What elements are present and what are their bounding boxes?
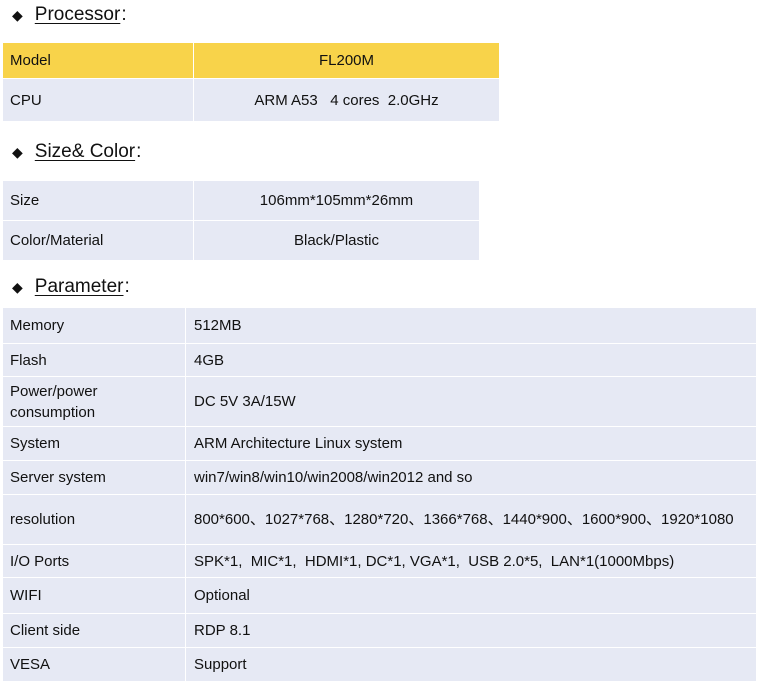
row-value: Support xyxy=(185,647,757,682)
section-title: Processor xyxy=(34,4,121,25)
table-row: Flash 4GB xyxy=(2,343,757,377)
row-label: WIFI xyxy=(2,577,186,614)
row-label: Size xyxy=(2,180,194,221)
row-value: win7/win8/win10/win2008/win2012 and so xyxy=(185,460,757,495)
row-label: Color/Material xyxy=(2,220,194,261)
row-value: 4GB xyxy=(185,343,757,377)
section-title: Size& Color xyxy=(34,141,136,162)
row-label: Model xyxy=(2,42,194,79)
table-row: Memory 512MB xyxy=(2,307,757,344)
row-value: SPK*1, MIC*1, HDMI*1, DC*1, VGA*1, USB 2… xyxy=(185,544,757,578)
diamond-bullet-icon: ◆ xyxy=(12,7,23,23)
row-label: System xyxy=(2,426,186,461)
section-colon: : xyxy=(121,4,127,25)
row-label: VESA xyxy=(2,647,186,682)
row-value: 106mm*105mm*26mm xyxy=(193,180,480,221)
table-row: Client side RDP 8.1 xyxy=(2,613,757,648)
row-label: Server system xyxy=(2,460,186,495)
section-colon: : xyxy=(124,276,130,297)
row-value: 512MB xyxy=(185,307,757,344)
row-label: Flash xyxy=(2,343,186,377)
processor-table: Model FL200M CPU ARM A53 4 cores 2.0GHz xyxy=(2,42,500,122)
row-value: ARM A53 4 cores 2.0GHz xyxy=(193,78,500,122)
table-row: resolution 800*600、1027*768、1280*720、136… xyxy=(2,494,757,545)
row-value: FL200M xyxy=(193,42,500,79)
size-color-table: Size 106mm*105mm*26mm Color/Material Bla… xyxy=(2,180,480,261)
table-row: WIFI Optional xyxy=(2,577,757,614)
section-heading-size-color: ◆ Size& Color : xyxy=(12,141,141,163)
row-label: resolution xyxy=(2,494,186,545)
row-value: RDP 8.1 xyxy=(185,613,757,648)
section-colon: : xyxy=(136,141,142,162)
row-value: Black/Plastic xyxy=(193,220,480,261)
row-value: Optional xyxy=(185,577,757,614)
table-row: CPU ARM A53 4 cores 2.0GHz xyxy=(2,78,500,122)
table-row: Power/power consumption DC 5V 3A/15W xyxy=(2,376,757,427)
table-row: Model FL200M xyxy=(2,42,500,79)
table-row: System ARM Architecture Linux system xyxy=(2,426,757,461)
row-label: Power/power consumption xyxy=(2,376,186,427)
parameter-table: Memory 512MB Flash 4GB Power/power consu… xyxy=(2,307,757,682)
diamond-bullet-icon: ◆ xyxy=(12,279,23,295)
row-label: Memory xyxy=(2,307,186,344)
section-heading-processor: ◆ Processor : xyxy=(12,4,127,26)
table-row: I/O Ports SPK*1, MIC*1, HDMI*1, DC*1, VG… xyxy=(2,544,757,578)
row-label: I/O Ports xyxy=(2,544,186,578)
row-label: Client side xyxy=(2,613,186,648)
row-value: DC 5V 3A/15W xyxy=(185,376,757,427)
table-row: Color/Material Black/Plastic xyxy=(2,220,480,261)
table-row: VESA Support xyxy=(2,647,757,682)
table-row: Server system win7/win8/win10/win2008/wi… xyxy=(2,460,757,495)
diamond-bullet-icon: ◆ xyxy=(12,144,23,160)
section-title: Parameter xyxy=(34,276,124,297)
row-value: ARM Architecture Linux system xyxy=(185,426,757,461)
row-value: 800*600、1027*768、1280*720、1366*768、1440*… xyxy=(185,494,757,545)
row-label: CPU xyxy=(2,78,194,122)
table-row: Size 106mm*105mm*26mm xyxy=(2,180,480,221)
section-heading-parameter: ◆ Parameter : xyxy=(12,276,130,298)
